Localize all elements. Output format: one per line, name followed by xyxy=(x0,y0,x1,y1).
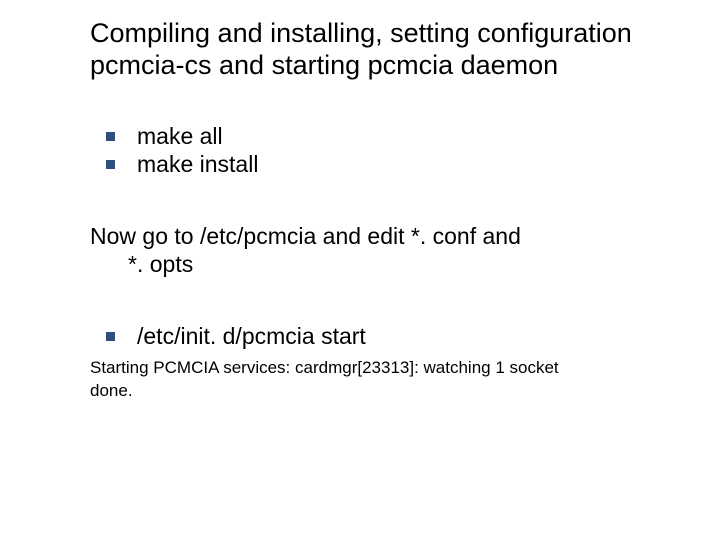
bullet-list-top: make all make install xyxy=(90,122,672,180)
bullet-list-bottom: /etc/init. d/pcmcia start xyxy=(90,322,672,351)
list-item: make install xyxy=(90,150,672,179)
bullet-square-icon xyxy=(106,332,115,341)
output-line: Starting PCMCIA services: cardmgr[23313]… xyxy=(90,358,559,377)
slide-title: Compiling and installing, setting config… xyxy=(90,18,672,82)
list-item-label: make install xyxy=(137,150,258,179)
slide: Compiling and installing, setting config… xyxy=(0,0,720,540)
body-text: Now go to /etc/pcmcia and edit *. conf a… xyxy=(90,223,672,278)
list-item-label: make all xyxy=(137,122,223,151)
bullet-square-icon xyxy=(106,132,115,141)
list-item: make all xyxy=(90,122,672,151)
terminal-output: Starting PCMCIA services: cardmgr[23313]… xyxy=(90,357,672,403)
body-line: Now go to /etc/pcmcia and edit *. conf a… xyxy=(90,223,521,249)
bullet-square-icon xyxy=(106,160,115,169)
list-item-label: /etc/init. d/pcmcia start xyxy=(137,322,366,351)
body-line-indent: *. opts xyxy=(90,251,672,279)
list-item: /etc/init. d/pcmcia start xyxy=(90,322,672,351)
output-line: done. xyxy=(90,381,133,400)
